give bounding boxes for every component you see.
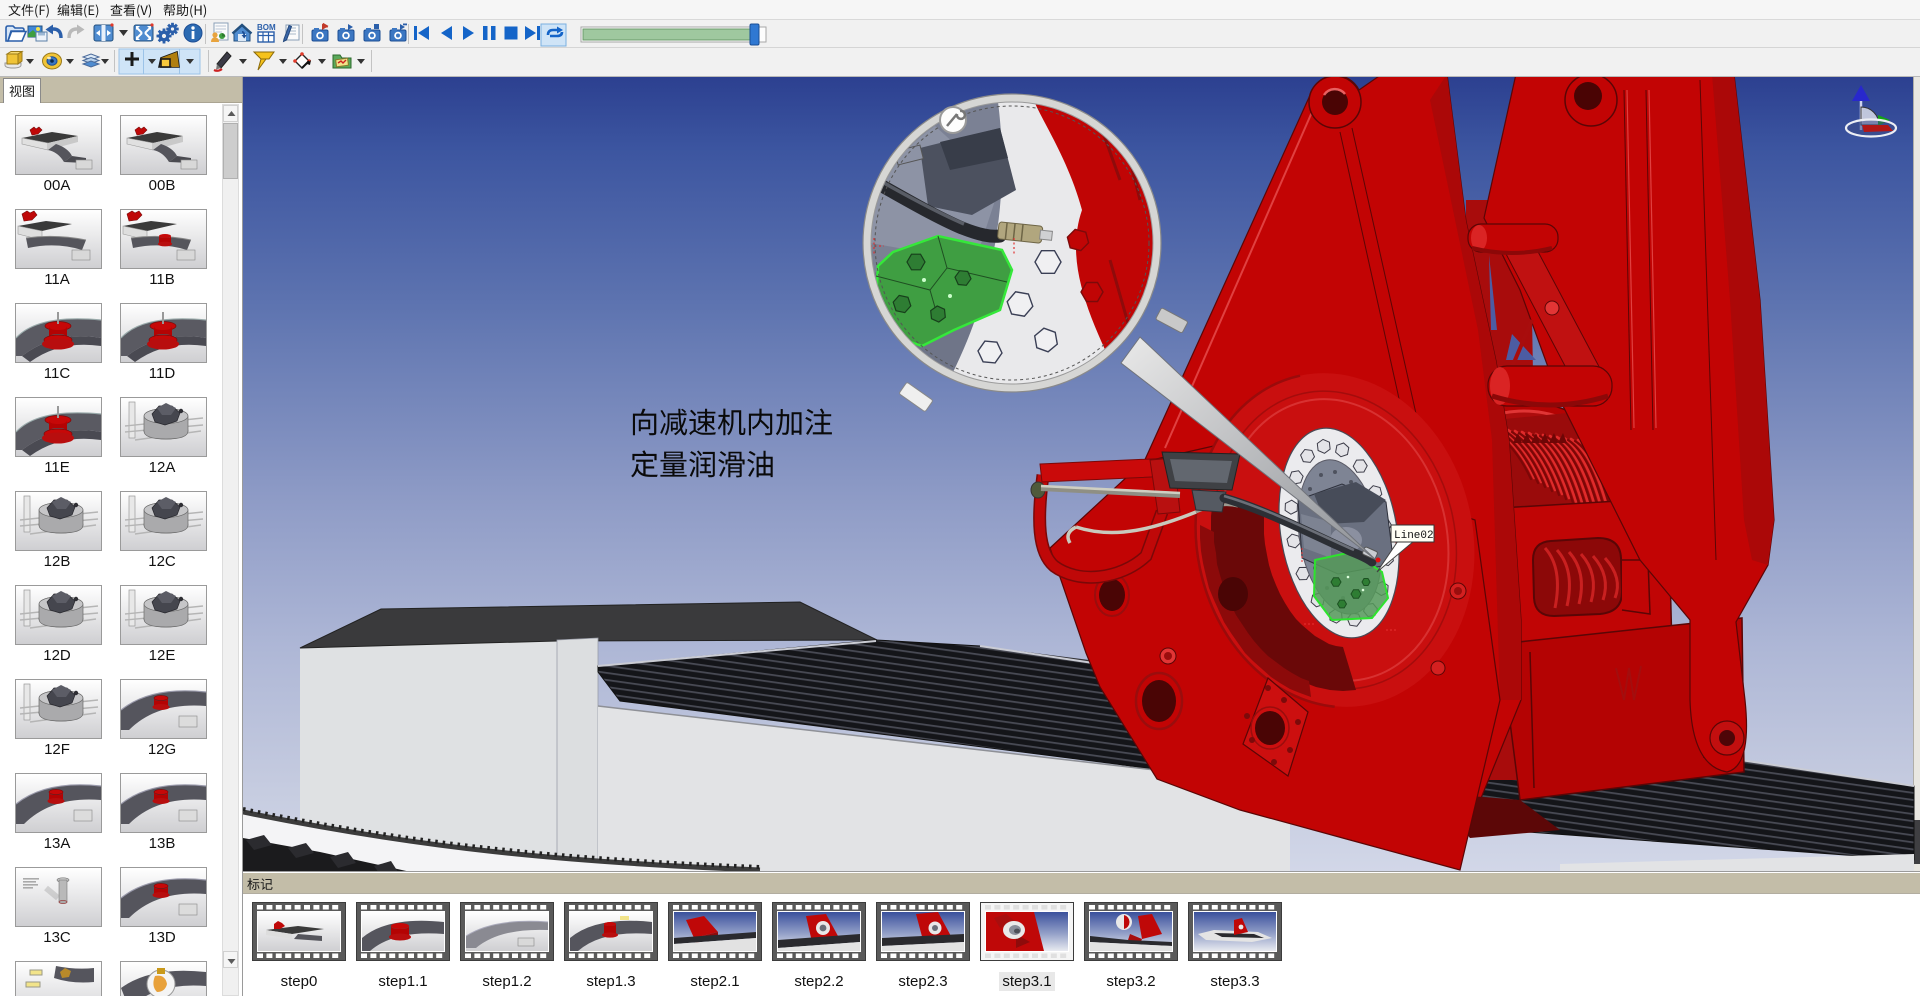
svg-text:BOM: BOM <box>257 23 276 32</box>
svg-text:Line02: Line02 <box>1394 530 1434 542</box>
